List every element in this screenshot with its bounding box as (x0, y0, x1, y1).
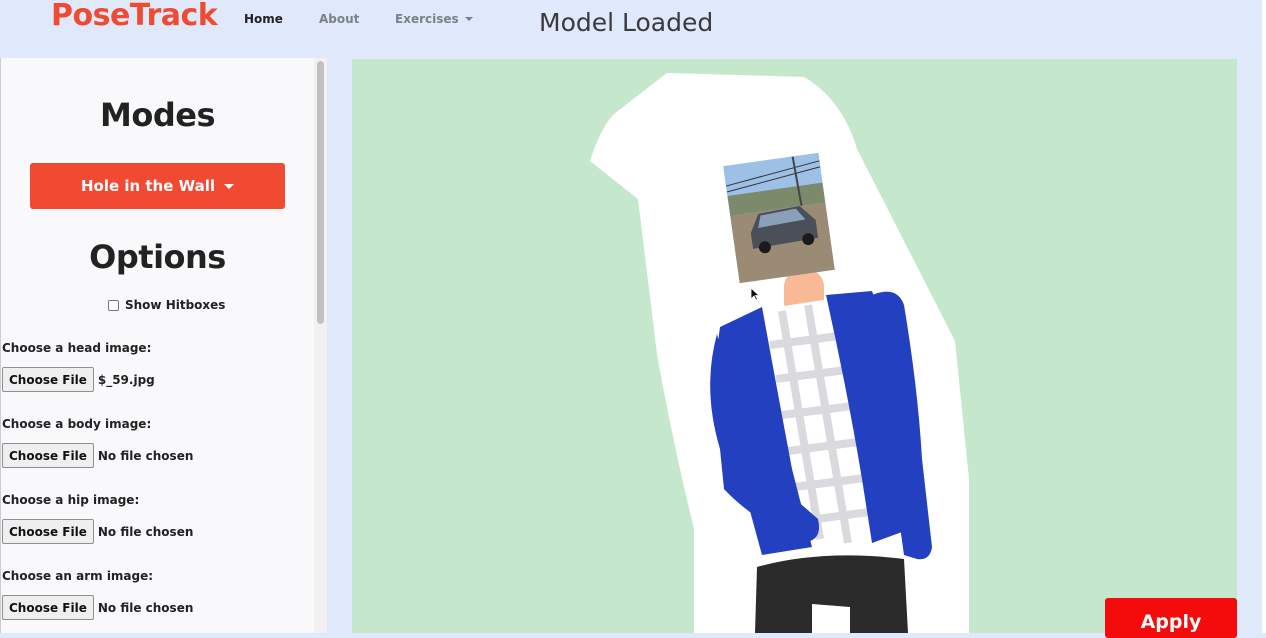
nav-about[interactable]: About (319, 12, 359, 26)
sidebar: Modes Hole in the Wall Options Show Hitb… (0, 58, 327, 633)
body-image-label: Choose a body image: (2, 417, 152, 431)
nav-exercises[interactable]: Exercises (395, 12, 473, 26)
mode-dropdown-label: Hole in the Wall (80, 177, 216, 195)
head-file-name: $_59.jpg (97, 372, 155, 387)
arm-image-input[interactable]: Choose File No file chosen (2, 595, 193, 620)
hip-choose-file-button[interactable]: Choose File (2, 519, 94, 544)
cursor-arrow-icon (750, 287, 760, 301)
nav-exercises-label: Exercises (395, 12, 459, 26)
body-image-input[interactable]: Choose File No file chosen (2, 443, 193, 468)
hip-image-label: Choose a hip image: (2, 493, 140, 507)
game-canvas[interactable] (352, 59, 1237, 633)
sidebar-scrollbar-thumb[interactable] (317, 61, 324, 324)
caret-down-icon (224, 183, 235, 189)
modes-title: Modes (100, 96, 215, 134)
arm-file-name: No file chosen (97, 600, 194, 615)
apply-button[interactable]: Apply (1105, 598, 1237, 638)
show-hitboxes-label: Show Hitboxes (125, 298, 226, 312)
car-photo-image (723, 152, 835, 284)
navbar: PoseTrack Home About Exercises Model Loa… (0, 0, 1266, 50)
arm-image-label: Choose an arm image: (2, 569, 154, 583)
hip-file-name: No file chosen (97, 524, 194, 539)
body-file-name: No file chosen (97, 448, 194, 463)
nav-home[interactable]: Home (244, 12, 283, 26)
head-image (723, 152, 835, 284)
arm-choose-file-button[interactable]: Choose File (2, 595, 94, 620)
hip-image-input[interactable]: Choose File No file chosen (2, 519, 193, 544)
show-hitboxes-checkbox[interactable] (108, 299, 119, 311)
model-status: Model Loaded (539, 8, 714, 37)
head-image-label: Choose a head image: (2, 341, 152, 355)
show-hitboxes-option[interactable]: Show Hitboxes (108, 298, 225, 312)
page-edge (1262, 0, 1266, 633)
options-title: Options (89, 238, 226, 276)
head-image-input[interactable]: Choose File $_59.jpg (2, 367, 155, 392)
brand-logo[interactable]: PoseTrack (51, 0, 218, 33)
body-choose-file-button[interactable]: Choose File (2, 443, 94, 468)
mode-dropdown-button[interactable]: Hole in the Wall (30, 163, 285, 209)
caret-down-icon (464, 17, 473, 21)
pose-scene (590, 73, 969, 633)
head-choose-file-button[interactable]: Choose File (2, 367, 94, 392)
